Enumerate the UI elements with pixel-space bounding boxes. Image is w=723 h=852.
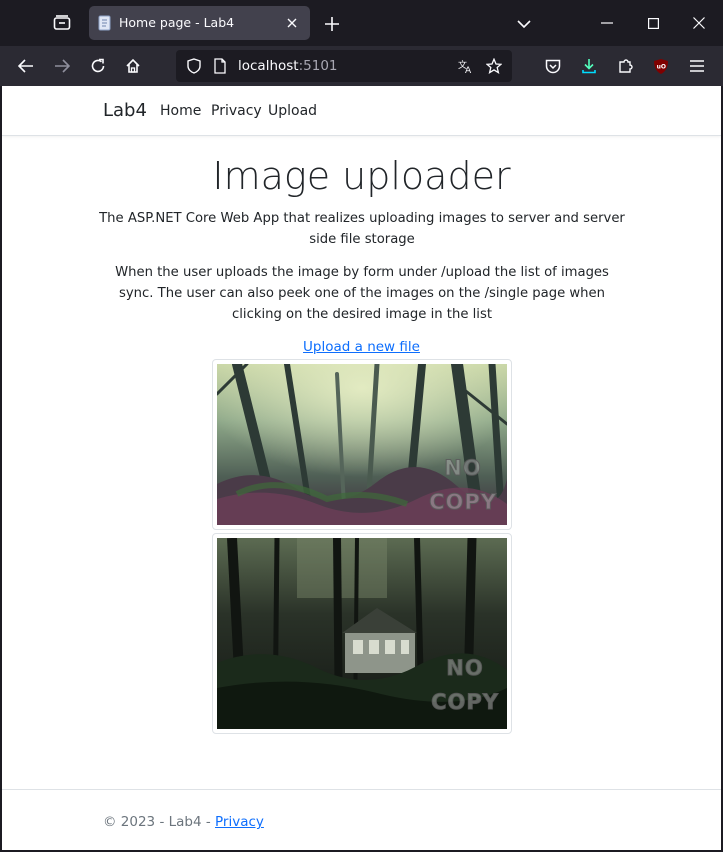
- puzzle-icon: [619, 59, 633, 73]
- home-button[interactable]: [117, 50, 149, 82]
- hamburger-menu-icon: [690, 60, 704, 72]
- site-footer: © 2023 - Lab4 - Privacy: [2, 789, 721, 850]
- download-icon: [582, 59, 596, 74]
- arrow-right-icon: [55, 59, 70, 73]
- forest-image[interactable]: NO COPY: [217, 364, 507, 525]
- page-info-icon[interactable]: [212, 58, 228, 74]
- footer-privacy-link[interactable]: Privacy: [215, 814, 264, 830]
- firefox-view-icon: [53, 15, 71, 30]
- plus-icon: [325, 17, 339, 31]
- nav-link-upload[interactable]: Upload: [268, 103, 317, 119]
- minimize-icon: [601, 22, 613, 24]
- tab-title: Home page - Lab4: [119, 15, 235, 30]
- address-bar[interactable]: localhost:5101 文A: [176, 50, 512, 82]
- ublock-origin-button[interactable]: uO: [645, 50, 677, 82]
- page-icon: [98, 15, 111, 31]
- svg-text:uO: uO: [657, 63, 666, 70]
- extensions-button[interactable]: [610, 50, 642, 82]
- new-tab-button[interactable]: [318, 10, 346, 38]
- arrow-left-icon: [18, 59, 33, 73]
- close-icon: [693, 17, 705, 29]
- tab-home-page[interactable]: Home page - Lab4: [89, 6, 310, 40]
- back-button[interactable]: [10, 50, 42, 82]
- minimize-button[interactable]: [587, 8, 627, 38]
- bookmark-star-icon[interactable]: [486, 58, 502, 74]
- menu-button[interactable]: [681, 50, 713, 82]
- house-forest-image[interactable]: NO COPY: [217, 538, 507, 729]
- close-icon: [287, 18, 297, 28]
- intro-paragraph: The ASP.NET Core Web App that realizes u…: [99, 211, 625, 247]
- image-thumbnail-2[interactable]: NO COPY: [212, 533, 512, 734]
- copyright-text: © 2023 - Lab4 -: [103, 814, 216, 830]
- firefox-view-button[interactable]: [44, 8, 80, 38]
- tab-close-button[interactable]: [282, 13, 302, 33]
- upload-new-file-link[interactable]: Upload a new file: [2, 339, 721, 355]
- tab-bar: Home page - Lab4: [0, 0, 723, 46]
- url-text[interactable]: localhost:5101: [238, 58, 338, 74]
- navigation-toolbar: localhost:5101 文A uO: [0, 46, 723, 86]
- translate-icon[interactable]: 文A: [458, 58, 474, 74]
- reload-icon: [91, 58, 105, 73]
- shield-icon[interactable]: [186, 58, 202, 74]
- pocket-button[interactable]: [537, 50, 569, 82]
- maximize-button[interactable]: [633, 8, 673, 38]
- forward-button[interactable]: [46, 50, 78, 82]
- no-copy-watermark: NO COPY: [429, 456, 497, 515]
- no-copy-watermark: NO COPY: [431, 656, 499, 715]
- maximize-icon: [647, 17, 659, 29]
- pocket-icon: [545, 59, 561, 73]
- nav-link-privacy[interactable]: Privacy: [211, 103, 262, 119]
- ublock-shield-icon: uO: [654, 58, 668, 74]
- nav-link-home[interactable]: Home: [160, 103, 201, 119]
- list-all-tabs-button[interactable]: [510, 10, 538, 38]
- footer-text: © 2023 - Lab4 - Privacy: [103, 814, 264, 830]
- brand-link[interactable]: Lab4: [103, 100, 147, 121]
- chevron-down-icon: [517, 19, 531, 28]
- reload-button[interactable]: [82, 50, 114, 82]
- site-header: Lab4 Home Privacy Upload: [2, 86, 721, 136]
- svg-text:A: A: [465, 66, 472, 74]
- description-paragraph: When the user uploads the image by form …: [115, 265, 609, 322]
- close-window-button[interactable]: [679, 8, 719, 38]
- web-page: Lab4 Home Privacy Upload Image uploader …: [2, 86, 721, 850]
- home-icon: [126, 58, 140, 73]
- page-title: Image uploader: [212, 154, 511, 198]
- image-thumbnail-1[interactable]: NO COPY: [212, 359, 512, 530]
- downloads-button[interactable]: [573, 50, 605, 82]
